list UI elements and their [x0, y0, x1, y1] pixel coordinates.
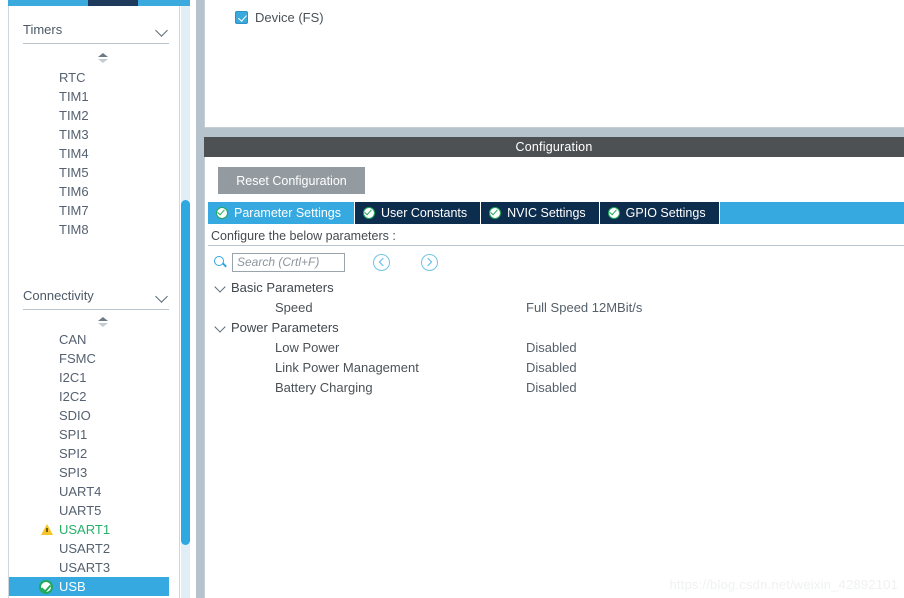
- configuration-body: Reset Configuration Parameter Settings U…: [204, 157, 904, 598]
- tab-label: User Constants: [381, 206, 468, 220]
- sidebar-section-timers[interactable]: Timers: [23, 16, 169, 44]
- search-icon[interactable]: [213, 255, 228, 270]
- list-item-usb[interactable]: USB: [9, 577, 169, 596]
- mode-area: Device (FS): [204, 0, 904, 128]
- search-input[interactable]: [232, 252, 345, 272]
- check-circle-icon: [607, 207, 620, 219]
- chevron-down-icon[interactable]: [155, 289, 169, 303]
- list-item[interactable]: SPI1: [23, 425, 169, 444]
- watermark-text: https://blog.csdn.net/weixin_42892101: [669, 577, 898, 592]
- parameter-value[interactable]: Disabled: [526, 360, 577, 375]
- table-row[interactable]: Speed Full Speed 12MBit/s: [213, 297, 903, 317]
- parameter-name: Link Power Management: [275, 359, 419, 375]
- tab-label: Parameter Settings: [234, 206, 341, 220]
- parameter-value[interactable]: Disabled: [526, 380, 577, 395]
- cubemx-window: Timers RTC TIM1 TIM2 TIM3 TIM4 TIM5 TIM6…: [0, 0, 904, 598]
- parameter-name: Battery Charging: [275, 379, 373, 395]
- list-item[interactable]: USART3: [23, 558, 169, 577]
- table-row[interactable]: Battery Charging Disabled: [213, 377, 903, 397]
- device-fs-checkbox-row[interactable]: Device (FS): [235, 10, 324, 25]
- tab-label: GPIO Settings: [625, 206, 706, 220]
- list-item-label: USB: [59, 579, 86, 594]
- list-item[interactable]: SPI3: [23, 463, 169, 482]
- check-circle-icon: [363, 207, 375, 219]
- panel-divider-inner: [190, 0, 196, 598]
- check-circle-icon: [489, 207, 502, 219]
- parameter-value[interactable]: Disabled: [526, 340, 577, 355]
- list-item[interactable]: SPI2: [23, 444, 169, 463]
- spinner-down-arrow[interactable]: [98, 59, 108, 63]
- check-circle-icon: [39, 580, 53, 594]
- left-panel-body: Timers RTC TIM1 TIM2 TIM3 TIM4 TIM5 TIM6…: [8, 6, 180, 598]
- list-item[interactable]: TIM4: [23, 144, 169, 163]
- list-item[interactable]: TIM5: [23, 163, 169, 182]
- parameter-value[interactable]: Full Speed 12MBit/s: [526, 300, 642, 315]
- tree-group-power-parameters[interactable]: Power Parameters: [213, 317, 903, 337]
- parameter-name: Low Power: [275, 339, 340, 355]
- connectivity-device-list: CAN FSMC I2C1 I2C2 SDIO SPI1 SPI2 SPI3 U…: [9, 330, 169, 596]
- checkbox-checked-icon[interactable]: [235, 11, 248, 24]
- warning-triangle-icon: [41, 524, 53, 535]
- list-item-usart1[interactable]: USART1: [23, 520, 169, 539]
- chevron-down-icon[interactable]: [213, 280, 227, 294]
- check-circle-icon: [216, 207, 228, 219]
- configure-hint-text: Configure the below parameters :: [208, 226, 904, 246]
- list-item[interactable]: TIM7: [23, 201, 169, 220]
- parameter-tree: Basic Parameters Speed Full Speed 12MBit…: [213, 277, 903, 397]
- list-item[interactable]: SDIO: [23, 406, 169, 425]
- chevron-right-circle-icon[interactable]: [421, 253, 438, 271]
- spinner-up-arrow[interactable]: [98, 317, 108, 321]
- spinner-updown-icon[interactable]: [98, 316, 111, 329]
- tabstrip-filler: [719, 202, 904, 224]
- chevron-down-icon[interactable]: [155, 23, 169, 37]
- list-item[interactable]: TIM8: [23, 220, 169, 239]
- vertical-scrollbar-thumb[interactable]: [181, 200, 190, 545]
- tab-user-constants[interactable]: User Constants: [355, 202, 482, 224]
- tab-parameter-settings[interactable]: Parameter Settings: [208, 202, 355, 224]
- configuration-tabstrip: Parameter Settings User Constants NVIC S…: [208, 202, 904, 224]
- table-row[interactable]: Link Power Management Disabled: [213, 357, 903, 377]
- tree-group-label: Power Parameters: [231, 319, 339, 335]
- list-item[interactable]: TIM2: [23, 106, 169, 125]
- parameter-search-row: [213, 250, 613, 274]
- list-item[interactable]: USART2: [23, 539, 169, 558]
- configuration-panel: Device (FS) Configuration Reset Configur…: [204, 0, 904, 598]
- list-item[interactable]: UART5: [23, 501, 169, 520]
- spinner-down-arrow[interactable]: [98, 323, 108, 327]
- tab-nvic-settings[interactable]: NVIC Settings: [481, 202, 600, 224]
- list-item[interactable]: TIM6: [23, 182, 169, 201]
- list-item[interactable]: I2C1: [23, 368, 169, 387]
- tree-group-label: Basic Parameters: [231, 279, 334, 295]
- sidebar-section-title: Timers: [23, 22, 63, 37]
- spinner-up-arrow[interactable]: [98, 53, 108, 57]
- list-item[interactable]: UART4: [23, 482, 169, 501]
- list-item[interactable]: FSMC: [23, 349, 169, 368]
- reset-configuration-button[interactable]: Reset Configuration: [218, 167, 365, 194]
- configuration-gap: [204, 128, 904, 137]
- chevron-left-circle-icon[interactable]: [373, 253, 390, 271]
- sidebar-section-title: Connectivity: [23, 288, 94, 303]
- tab-label: NVIC Settings: [507, 206, 586, 220]
- peripheral-tree-panel: Timers RTC TIM1 TIM2 TIM3 TIM4 TIM5 TIM6…: [0, 0, 190, 598]
- tree-group-basic-parameters[interactable]: Basic Parameters: [213, 277, 903, 297]
- device-fs-label: Device (FS): [255, 10, 324, 25]
- list-item[interactable]: TIM3: [23, 125, 169, 144]
- sidebar-section-connectivity[interactable]: Connectivity: [23, 282, 169, 310]
- list-item[interactable]: RTC: [23, 68, 169, 87]
- tab-gpio-settings[interactable]: GPIO Settings: [599, 202, 720, 224]
- table-row[interactable]: Low Power Disabled: [213, 337, 903, 357]
- list-item[interactable]: CAN: [23, 330, 169, 349]
- list-item-label: USART1: [59, 522, 111, 537]
- configuration-title-bar: Configuration: [204, 137, 904, 157]
- parameter-name: Speed: [275, 299, 313, 315]
- chevron-down-icon[interactable]: [213, 320, 227, 334]
- timers-device-list: RTC TIM1 TIM2 TIM3 TIM4 TIM5 TIM6 TIM7 T…: [23, 68, 169, 239]
- list-item[interactable]: TIM1: [23, 87, 169, 106]
- spinner-updown-icon[interactable]: [98, 52, 111, 65]
- list-item[interactable]: I2C2: [23, 387, 169, 406]
